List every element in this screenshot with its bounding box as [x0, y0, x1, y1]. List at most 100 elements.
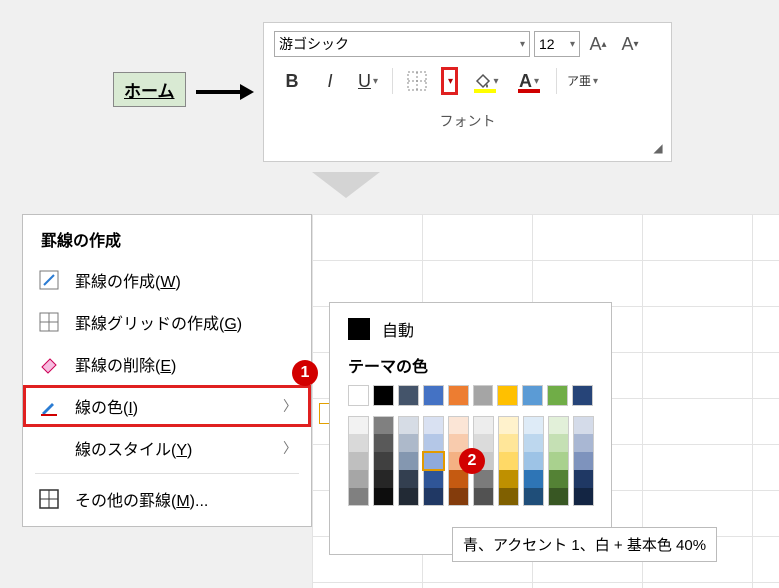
- chevron-down-icon[interactable]: ▾: [534, 76, 539, 87]
- color-swatch[interactable]: [498, 434, 519, 452]
- italic-button[interactable]: I: [316, 67, 344, 95]
- font-name-value: 游ゴシック: [279, 34, 349, 54]
- phonetic-guide-button[interactable]: ア亜 ▾: [567, 67, 598, 95]
- draw-grid-icon: [37, 310, 61, 334]
- color-swatch[interactable]: [348, 416, 369, 434]
- draw-border-icon: [37, 268, 61, 292]
- color-swatch[interactable]: [498, 470, 519, 488]
- menu-section-header: 罫線の作成: [23, 221, 311, 259]
- color-swatch[interactable]: [398, 470, 419, 488]
- color-swatch[interactable]: [573, 416, 594, 434]
- color-swatch[interactable]: [373, 488, 394, 506]
- color-swatch[interactable]: [398, 416, 419, 434]
- color-swatch[interactable]: [423, 488, 444, 506]
- menu-item-label: 線の色(I): [75, 394, 138, 418]
- color-swatch[interactable]: [547, 385, 568, 406]
- paint-bucket-icon: [472, 71, 492, 91]
- color-swatch[interactable]: [548, 470, 569, 488]
- color-swatch[interactable]: [572, 385, 593, 406]
- color-swatch[interactable]: [373, 470, 394, 488]
- color-swatch[interactable]: [398, 452, 419, 470]
- blank-icon: [37, 436, 61, 460]
- color-swatch[interactable]: [523, 416, 544, 434]
- color-swatch[interactable]: [423, 434, 444, 452]
- color-swatch[interactable]: [373, 385, 394, 406]
- menu-item-label: 罫線の作成(W): [75, 268, 181, 292]
- color-swatch[interactable]: [498, 488, 519, 506]
- color-swatch[interactable]: [473, 488, 494, 506]
- chevron-right-icon: 〉: [283, 396, 297, 416]
- menu-item-erase-border[interactable]: 罫線の削除(E): [23, 343, 311, 385]
- color-swatch[interactable]: [473, 416, 494, 434]
- eraser-icon: [37, 352, 61, 376]
- font-color-button[interactable]: A ▾: [512, 67, 546, 95]
- ribbon-font-group: 游ゴシック ▾ 12 ▾ A▴ A▾ B I U ▾ ▾: [263, 22, 672, 162]
- color-swatch[interactable]: [497, 385, 518, 406]
- color-swatch[interactable]: [373, 416, 394, 434]
- increase-font-size-button[interactable]: A▴: [584, 31, 612, 57]
- color-swatch[interactable]: [548, 488, 569, 506]
- color-swatch[interactable]: [348, 452, 369, 470]
- underline-button[interactable]: U ▾: [354, 67, 382, 95]
- color-swatch[interactable]: [548, 452, 569, 470]
- chevron-down-icon[interactable]: ▾: [373, 76, 378, 87]
- color-swatch[interactable]: [473, 385, 494, 406]
- color-swatch[interactable]: [348, 385, 369, 406]
- color-swatch[interactable]: [523, 470, 544, 488]
- color-swatch[interactable]: [548, 416, 569, 434]
- color-swatch[interactable]: [523, 452, 544, 470]
- borders-dropdown-button[interactable]: ▾: [441, 67, 458, 95]
- color-swatch[interactable]: [373, 452, 394, 470]
- menu-item-draw-border-grid[interactable]: 罫線グリッドの作成(G): [23, 301, 311, 343]
- font-name-combo[interactable]: 游ゴシック ▾: [274, 31, 530, 57]
- color-swatch[interactable]: [398, 434, 419, 452]
- color-swatch[interactable]: [448, 488, 469, 506]
- color-swatch[interactable]: [348, 488, 369, 506]
- automatic-color-swatch: [348, 318, 370, 340]
- chevron-down-icon[interactable]: ▾: [494, 76, 499, 87]
- borders-button[interactable]: [403, 67, 431, 95]
- color-swatch[interactable]: [423, 416, 444, 434]
- pen-color-icon: [37, 394, 61, 418]
- color-swatch[interactable]: [523, 488, 544, 506]
- menu-item-draw-border[interactable]: 罫線の作成(W): [23, 259, 311, 301]
- automatic-label: 自動: [382, 317, 414, 341]
- color-swatch[interactable]: [573, 434, 594, 452]
- fill-color-button[interactable]: ▾: [468, 67, 502, 95]
- color-swatch[interactable]: [398, 385, 419, 406]
- bold-button[interactable]: B: [278, 67, 306, 95]
- menu-item-more-borders[interactable]: その他の罫線(M)...: [23, 478, 311, 520]
- tab-home[interactable]: ホーム: [113, 72, 186, 107]
- color-tooltip: 青、アクセント 1、白 + 基本色 40%: [452, 527, 717, 562]
- annotation-badge-2: 2: [459, 448, 485, 474]
- color-swatch[interactable]: [348, 470, 369, 488]
- decrease-font-size-button[interactable]: A▾: [616, 31, 644, 57]
- color-automatic-row[interactable]: 自動: [344, 315, 597, 353]
- color-swatch[interactable]: [398, 488, 419, 506]
- menu-item-label: 罫線の削除(E): [75, 352, 176, 376]
- color-swatch[interactable]: [498, 452, 519, 470]
- menu-item-line-style[interactable]: 線のスタイル(Y) 〉: [23, 427, 311, 469]
- color-swatch[interactable]: [448, 416, 469, 434]
- color-swatch[interactable]: [548, 434, 569, 452]
- color-swatch[interactable]: [423, 470, 444, 488]
- color-swatch[interactable]: [573, 452, 594, 470]
- color-swatch[interactable]: [423, 452, 444, 470]
- font-size-combo[interactable]: 12 ▾: [534, 31, 580, 57]
- chevron-down-icon[interactable]: ▾: [593, 76, 598, 87]
- menu-item-label: その他の罫線(M)...: [75, 487, 208, 511]
- menu-item-line-color[interactable]: 線の色(I) 〉: [23, 385, 311, 427]
- color-swatch[interactable]: [573, 488, 594, 506]
- color-swatch[interactable]: [448, 385, 469, 406]
- color-swatch[interactable]: [423, 385, 444, 406]
- color-swatch[interactable]: [573, 470, 594, 488]
- color-swatch[interactable]: [522, 385, 543, 406]
- color-swatch[interactable]: [498, 416, 519, 434]
- color-swatch[interactable]: [373, 434, 394, 452]
- arrow-annotation: [196, 82, 254, 102]
- color-swatch[interactable]: [348, 434, 369, 452]
- separator: [392, 68, 393, 94]
- chevron-down-icon: ▾: [448, 76, 453, 87]
- dialog-launcher-button[interactable]: ◢: [651, 141, 665, 155]
- color-swatch[interactable]: [523, 434, 544, 452]
